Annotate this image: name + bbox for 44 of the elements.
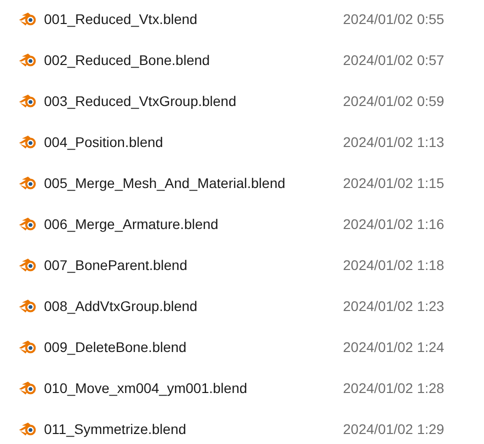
file-name: 004_Position.blend	[44, 134, 164, 150]
file-row[interactable]: 004_Position.blend 2024/01/02 1:13	[18, 121, 484, 162]
modified-date: 2024/01/02 1:18	[343, 256, 444, 272]
modified-date: 2024/01/02 1:28	[343, 380, 444, 396]
blender-file-icon	[18, 134, 38, 150]
file-row[interactable]: 007_BoneParent.blend 2024/01/02 1:18	[18, 244, 484, 285]
modified-date: 2024/01/02 0:57	[343, 52, 444, 68]
blender-file-icon	[18, 298, 38, 314]
file-row[interactable]: 001_Reduced_Vtx.blend 2024/01/02 0:55	[18, 0, 484, 39]
file-row[interactable]: 010_Move_xm004_ym001.blend 2024/01/02 1:28	[18, 367, 484, 408]
file-name: 007_BoneParent.blend	[44, 256, 188, 272]
file-row[interactable]: 005_Merge_Mesh_And_Material.blend 2024/01/02 1:15	[18, 162, 484, 203]
blender-file-icon	[18, 256, 38, 272]
file-row[interactable]: 011_Symmetrize.blend 2024/01/02 1:29	[18, 408, 484, 444]
file-row[interactable]: 009_DeleteBone.blend 2024/01/02 1:24	[18, 326, 484, 367]
blender-file-icon	[18, 380, 38, 396]
file-name: 003_Reduced_VtxGroup.blend	[44, 92, 238, 108]
file-name: 010_Move_xm004_ym001.blend	[44, 380, 248, 396]
blender-file-icon	[18, 216, 38, 232]
modified-date: 2024/01/02 1:16	[343, 216, 444, 232]
blender-file-icon	[18, 338, 38, 354]
modified-date: 2024/01/02 1:15	[343, 174, 444, 190]
file-name: 002_Reduced_Bone.blend	[44, 52, 211, 68]
file-name: 011_Symmetrize.blend	[44, 420, 188, 436]
file-row[interactable]: 008_AddVtxGroup.blend 2024/01/02 1:23	[18, 285, 484, 326]
modified-date: 2024/01/02 0:59	[343, 92, 444, 108]
file-name: 009_DeleteBone.blend	[44, 338, 188, 354]
modified-date: 2024/01/02 0:55	[343, 10, 444, 26]
file-row[interactable]: 002_Reduced_Bone.blend 2024/01/02 0:57	[18, 39, 484, 80]
file-name: 001_Reduced_Vtx.blend	[44, 10, 198, 26]
blender-file-icon	[18, 174, 38, 190]
blender-file-icon	[18, 92, 38, 108]
file-name: 005_Merge_Mesh_And_Material.blend	[44, 174, 286, 190]
file-row[interactable]: 003_Reduced_VtxGroup.blend 2024/01/02 0:59	[18, 80, 484, 121]
blender-file-icon	[18, 10, 38, 26]
file-name: 006_Merge_Armature.blend	[44, 216, 220, 232]
modified-date: 2024/01/02 1:24	[343, 338, 444, 354]
blender-file-icon	[18, 52, 38, 68]
blender-file-icon	[18, 420, 38, 436]
modified-date: 2024/01/02 1:29	[343, 420, 444, 436]
file-name: 008_AddVtxGroup.blend	[44, 298, 198, 314]
modified-date: 2024/01/02 1:13	[343, 134, 444, 150]
modified-date: 2024/01/02 1:23	[343, 298, 444, 314]
file-row[interactable]: 006_Merge_Armature.blend 2024/01/02 1:16	[18, 203, 484, 244]
